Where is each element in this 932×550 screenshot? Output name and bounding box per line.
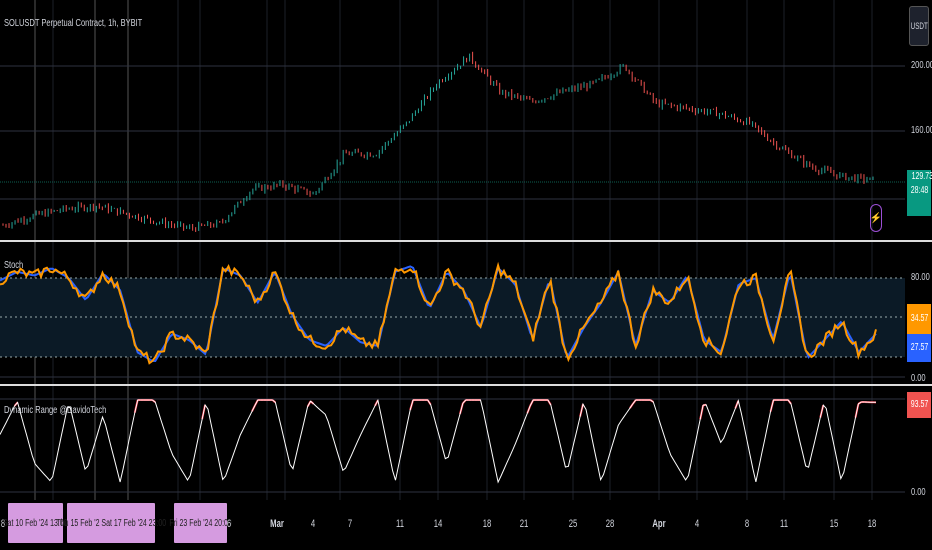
stoch-title: Stoch: [4, 260, 24, 271]
stoch-k-badge: 34.57: [907, 304, 931, 334]
time-tick-partial: 6: [226, 518, 232, 530]
time-tick: 28: [605, 518, 615, 530]
range-value-badge: 93.57: [907, 392, 931, 418]
bar-countdown: 28:48: [910, 185, 929, 196]
time-tick: 21: [519, 518, 529, 530]
time-tick: 18: [482, 518, 492, 530]
time-tick: 15: [829, 518, 839, 530]
chart-canvas[interactable]: [0, 0, 932, 550]
price-label-160: 160.00: [911, 125, 932, 136]
time-tick: 4: [694, 518, 700, 530]
time-tick: 11: [780, 518, 788, 530]
time-tick: 4: [310, 518, 316, 530]
time-tick: 8: [744, 518, 750, 530]
range-title: Dynamic Range @DavidoTech: [4, 405, 107, 416]
stoch-level-0: 0.00: [911, 373, 926, 384]
stoch-level-80: 80.00: [911, 272, 930, 283]
time-tick: 25: [568, 518, 578, 530]
date-highlight-1: Sat 10 Feb '24 13:00: [3, 503, 68, 543]
date-highlight-2: Thu 15 Feb '2 Sat 17 Feb '24 23:00: [56, 503, 166, 543]
time-tick: 14: [433, 518, 443, 530]
range-level-0: 0.00: [911, 487, 926, 498]
time-tick: Mar: [270, 518, 284, 530]
stoch-d-badge: 27.57: [907, 334, 931, 362]
time-tick: Apr: [652, 518, 666, 530]
time-tick: 7: [347, 518, 353, 530]
last-price-badge: 129.73 28:48: [907, 170, 932, 216]
symbol-title: SOLUSDT Perpetual Contract, 1h, BYBIT: [4, 18, 143, 29]
last-price: 129.73: [911, 171, 932, 182]
lightning-alert-icon[interactable]: ⚡: [870, 204, 882, 232]
currency-button[interactable]: USDT: [909, 6, 929, 46]
time-tick: 18: [867, 518, 877, 530]
time-tick: 11: [396, 518, 404, 530]
price-label-200: 200.00: [911, 60, 932, 71]
date-highlight-3: Fri 23 Feb '24 20:00: [169, 503, 232, 543]
